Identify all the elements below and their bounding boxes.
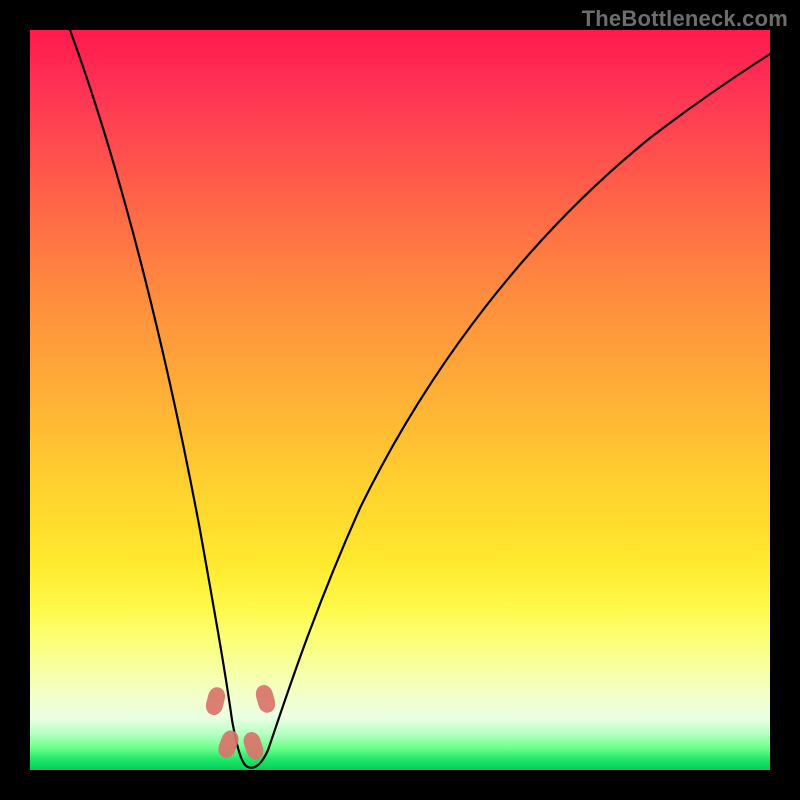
plot-area <box>30 30 770 770</box>
curve-layer <box>30 30 770 770</box>
watermark-text: TheBottleneck.com <box>582 6 788 32</box>
chart-frame: TheBottleneck.com <box>0 0 800 800</box>
marker-right-upper <box>254 683 278 714</box>
marker-left-upper <box>204 685 227 716</box>
curve-markers <box>204 683 277 762</box>
marker-right-lower <box>241 730 266 762</box>
bottleneck-curve <box>70 30 770 768</box>
marker-left-lower <box>216 728 242 760</box>
